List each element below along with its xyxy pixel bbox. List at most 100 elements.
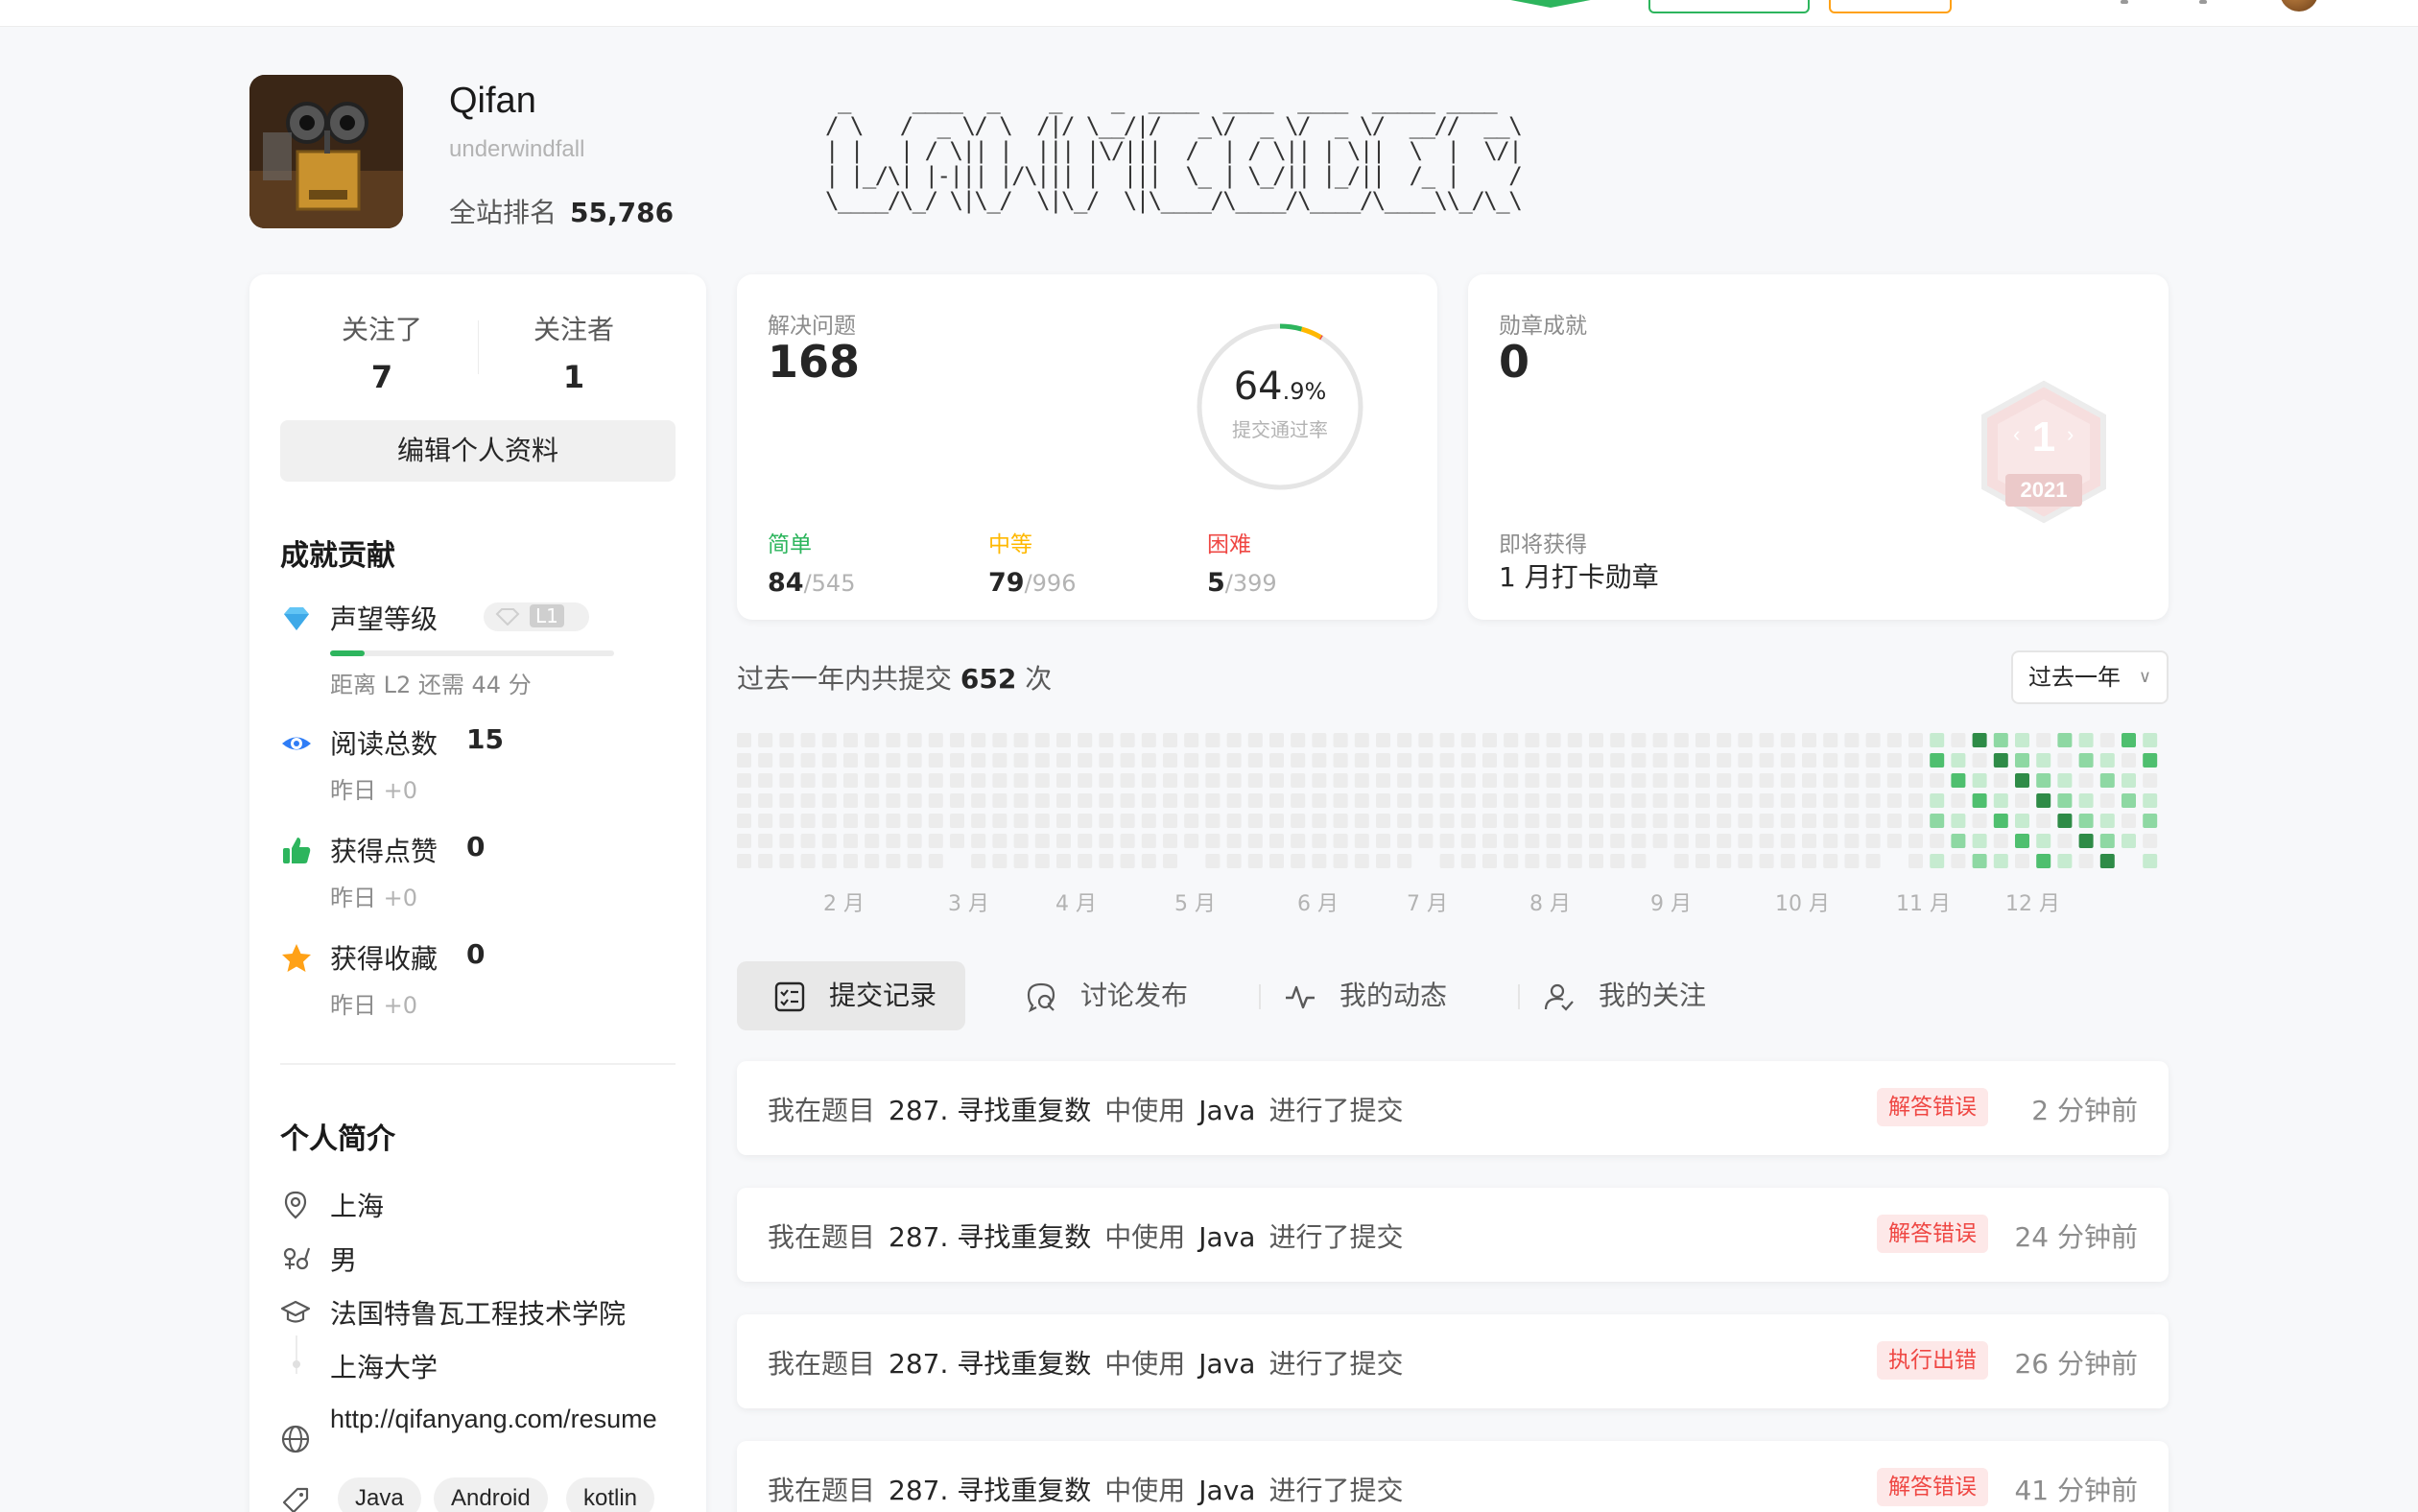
heatmap-cell bbox=[1056, 773, 1071, 788]
user-avatar-mini[interactable] bbox=[2280, 0, 2318, 12]
period-select[interactable]: 过去一年 ∨ bbox=[2011, 650, 2169, 704]
heatmap-cell bbox=[1120, 753, 1135, 768]
nav-icon[interactable] bbox=[2121, 0, 2128, 4]
heatmap-cell bbox=[1078, 733, 1093, 747]
easy-value: 84/545 bbox=[768, 568, 855, 598]
record-problem-link[interactable]: 287. 寻找重复数 bbox=[889, 1221, 1091, 1253]
tab-submissions[interactable]: 提交记录 bbox=[737, 961, 965, 1030]
yesterday-label: 昨日 bbox=[330, 992, 376, 1019]
heatmap-cell bbox=[1546, 793, 1561, 808]
heatmap-cell bbox=[2015, 753, 2029, 768]
hard-total: /399 bbox=[1224, 570, 1277, 597]
ascii-art-banner: _ ____ _ _ _ ____ ____ ____ _____ ____ /… bbox=[825, 87, 1523, 214]
record-problem-link[interactable]: 287. 寻找重复数 bbox=[889, 1475, 1091, 1506]
reputation-label: 声望等级 bbox=[330, 603, 439, 635]
heatmap-cell bbox=[865, 814, 880, 828]
summary-prefix: 过去一年内共提交 bbox=[737, 663, 953, 695]
tab-label: 我的动态 bbox=[1339, 980, 1448, 1011]
skill-tag[interactable]: Android bbox=[434, 1477, 548, 1512]
heatmap-cell bbox=[1013, 814, 1029, 828]
submission-record[interactable]: 我在题目 287. 寻找重复数 中使用 Java 进行了提交 解答错误 24 分钟前 bbox=[737, 1188, 2169, 1282]
heatmap-cell bbox=[1247, 793, 1263, 808]
heatmap-cell bbox=[779, 793, 794, 808]
heatmap-cell bbox=[1269, 773, 1284, 788]
heatmap-cell bbox=[1673, 733, 1689, 747]
heatmap-cell bbox=[992, 773, 1008, 788]
heatmap-cell bbox=[1886, 793, 1902, 808]
submission-record[interactable]: 我在题目 287. 寻找重复数 中使用 Java 进行了提交 执行出错 26 分钟前 bbox=[737, 1314, 2169, 1408]
heatmap-cell bbox=[1354, 814, 1369, 828]
heatmap-cell bbox=[1993, 834, 2008, 848]
edit-profile-button[interactable]: 编辑个人资料 bbox=[280, 420, 676, 482]
submission-record[interactable]: 我在题目 287. 寻找重复数 中使用 Java 进行了提交 解答错误 41 分钟前 bbox=[737, 1441, 2169, 1512]
heatmap-cell bbox=[1652, 814, 1668, 828]
heatmap-cell bbox=[1759, 814, 1774, 828]
following-stat[interactable]: 关注了 7 bbox=[286, 309, 478, 395]
heatmap-cell bbox=[1099, 834, 1114, 848]
tab-discussions[interactable]: 讨论发布 bbox=[1025, 961, 1236, 1030]
heatmap-cell bbox=[865, 733, 880, 747]
heatmap-cell bbox=[2143, 834, 2158, 848]
skill-tag[interactable]: kotlin bbox=[566, 1477, 655, 1512]
heatmap-cell bbox=[1802, 753, 1816, 768]
heatmap-cell bbox=[1717, 814, 1732, 828]
heatmap-cell bbox=[1695, 753, 1710, 768]
nav-green-button[interactable] bbox=[1648, 0, 1810, 13]
followers-stat[interactable]: 关注者 1 bbox=[478, 309, 670, 395]
following-count: 7 bbox=[370, 359, 393, 395]
heatmap-cell bbox=[1312, 773, 1327, 788]
heatmap-cell bbox=[1482, 773, 1497, 788]
heatmap-cell bbox=[907, 854, 922, 868]
month-label: 11 月 bbox=[1896, 892, 1951, 916]
heatmap-cell bbox=[1078, 773, 1093, 788]
heatmap-cell bbox=[1951, 753, 1966, 768]
skill-tag[interactable]: Java bbox=[338, 1477, 421, 1512]
heatmap-cell bbox=[2078, 834, 2094, 848]
heatmap-cell bbox=[1397, 814, 1412, 828]
record-mid: 中使用 bbox=[1104, 1348, 1186, 1380]
month-label: 7 月 bbox=[1407, 892, 1448, 916]
heatmap-cell bbox=[992, 814, 1008, 828]
nav-orange-button[interactable] bbox=[1829, 0, 1952, 13]
heatmap-cell bbox=[1312, 854, 1327, 868]
heatmap-cell bbox=[1163, 733, 1177, 747]
heatmap-cell bbox=[1376, 773, 1390, 788]
easy-done: 84 bbox=[768, 568, 804, 598]
heatmap-cell bbox=[800, 854, 816, 868]
heatmap-cell bbox=[2015, 733, 2029, 747]
heatmap-cell bbox=[821, 773, 837, 788]
website-link[interactable]: http://qifanyang.com/resume bbox=[330, 1403, 676, 1435]
heatmap-month-labels: 2 月 3 月 4 月 5 月 6 月 7 月 8 月 9 月 10 月 11 月 12 月 bbox=[737, 886, 2170, 916]
heatmap-cell bbox=[2143, 733, 2158, 747]
tab-activity[interactable]: 我的动态 bbox=[1284, 961, 1495, 1030]
heatmap-cell bbox=[758, 773, 773, 788]
heatmap-cell bbox=[2057, 834, 2073, 848]
heatmap-cell bbox=[1908, 814, 1923, 828]
heatmap-cell bbox=[1163, 814, 1177, 828]
heatmap-cell bbox=[2057, 753, 2073, 768]
submission-record[interactable]: 我在题目 287. 寻找重复数 中使用 Java 进行了提交 解答错误 2 分钟前 bbox=[737, 1061, 2169, 1155]
heatmap-cell bbox=[1376, 834, 1390, 848]
heatmap-cell bbox=[1738, 793, 1753, 808]
record-mid: 中使用 bbox=[1104, 1221, 1186, 1253]
heatmap-cell bbox=[1652, 733, 1668, 747]
heatmap-cell bbox=[1291, 814, 1306, 828]
record-problem-link[interactable]: 287. 寻找重复数 bbox=[889, 1348, 1091, 1380]
heatmap-cell bbox=[992, 733, 1008, 747]
heatmap-cell bbox=[1099, 773, 1114, 788]
heatmap-cell bbox=[1333, 854, 1348, 868]
heatmap-cell bbox=[1269, 793, 1284, 808]
tab-following[interactable]: 我的关注 bbox=[1543, 961, 1754, 1030]
heatmap-cell bbox=[1951, 814, 1966, 828]
heatmap-cell bbox=[2122, 733, 2136, 747]
month-label: 8 月 bbox=[1529, 892, 1571, 916]
record-problem-link[interactable]: 287. 寻找重复数 bbox=[889, 1095, 1091, 1126]
nav-icon[interactable] bbox=[2199, 0, 2207, 4]
heatmap-cell bbox=[1354, 753, 1369, 768]
heatmap-cell bbox=[1291, 773, 1306, 788]
heatmap-cell bbox=[1802, 733, 1816, 747]
heatmap-cell bbox=[1163, 854, 1177, 868]
solved-label: 解决问题 bbox=[768, 314, 856, 339]
acceptance-rate-label: 提交通过率 bbox=[1232, 418, 1328, 441]
user-check-icon bbox=[1544, 983, 1574, 1011]
